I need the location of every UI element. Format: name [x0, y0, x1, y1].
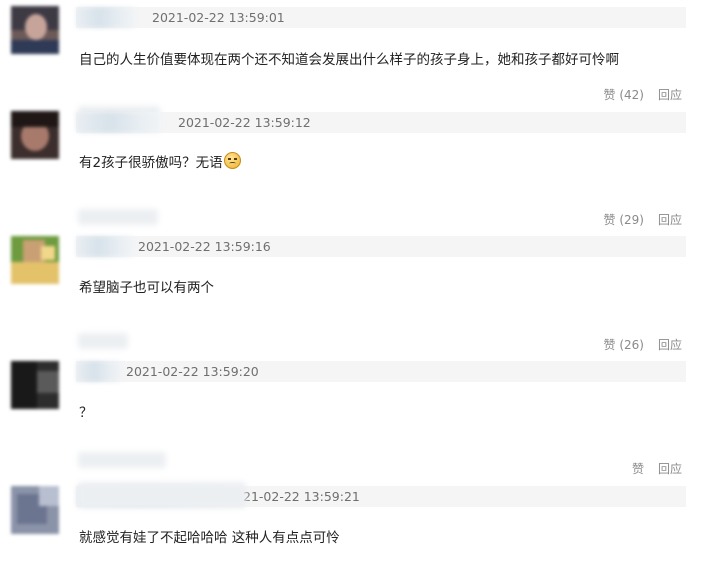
- comment-timestamp: 2021-02-22 13:59:12: [178, 115, 311, 130]
- comment-actions: 赞 (29) 回应: [604, 211, 682, 228]
- comment-timestamp: 2021-02-22 13:59:16: [138, 239, 271, 254]
- blurred-content: [78, 333, 128, 349]
- comment-text-body: 有2孩子很骄傲吗？无语: [79, 155, 223, 171]
- avatar[interactable]: [11, 486, 59, 534]
- like-button[interactable]: 赞 (26): [604, 336, 644, 353]
- comment-actions: 赞 (42) 回应: [604, 86, 682, 103]
- avatar[interactable]: [11, 236, 59, 284]
- comment-text: 希望脑子也可以有两个: [79, 280, 214, 296]
- comment-timestamp: 21-02-22 13:59:21: [243, 489, 360, 504]
- username-blurred[interactable]: [76, 236, 134, 257]
- username-blurred[interactable]: [76, 361, 122, 382]
- avatar[interactable]: [11, 361, 59, 409]
- reply-button[interactable]: 回应: [658, 336, 682, 353]
- comment-text: 就感觉有娃了不起哈哈哈 这种人有点点可怜: [79, 530, 340, 546]
- blurred-content: [78, 452, 166, 468]
- comment-meta-bar: 2021-02-22 13:59:12: [76, 112, 686, 133]
- comment-text: 自己的人生价值要体现在两个还不知道会发展出什么样子的孩子身上，她和孩子都好可怜啊: [79, 52, 619, 68]
- comment-text: 有2孩子很骄傲吗？无语: [79, 151, 241, 171]
- avatar[interactable]: [11, 6, 59, 54]
- username-blurred[interactable]: [76, 112, 162, 133]
- reply-button[interactable]: 回应: [658, 86, 682, 103]
- comment-timestamp: 2021-02-22 13:59:01: [152, 10, 285, 25]
- comment-meta-bar: 2021-02-22 13:59:16: [76, 236, 686, 257]
- blurred-content: [78, 209, 158, 225]
- comment-text: ？: [79, 405, 93, 421]
- comment-actions: 赞 (26) 回应: [604, 336, 682, 353]
- comment-meta-bar: 2021-02-22 13:59:20: [76, 361, 686, 382]
- avatar[interactable]: [11, 111, 59, 159]
- like-button[interactable]: 赞 (29): [604, 211, 644, 228]
- sad-face-emoji-icon: [223, 152, 241, 169]
- comment-meta-bar: 2021-02-22 13:59:01: [76, 7, 686, 28]
- comment-timestamp: 2021-02-22 13:59:20: [126, 364, 259, 379]
- reply-button[interactable]: 回应: [658, 211, 682, 228]
- like-button[interactable]: 赞: [632, 460, 644, 477]
- like-button[interactable]: 赞 (42): [604, 86, 644, 103]
- username-blurred[interactable]: [76, 7, 136, 28]
- blurred-content: [78, 482, 246, 508]
- comment-actions: 赞回应: [632, 460, 682, 477]
- reply-button[interactable]: 回应: [658, 460, 682, 477]
